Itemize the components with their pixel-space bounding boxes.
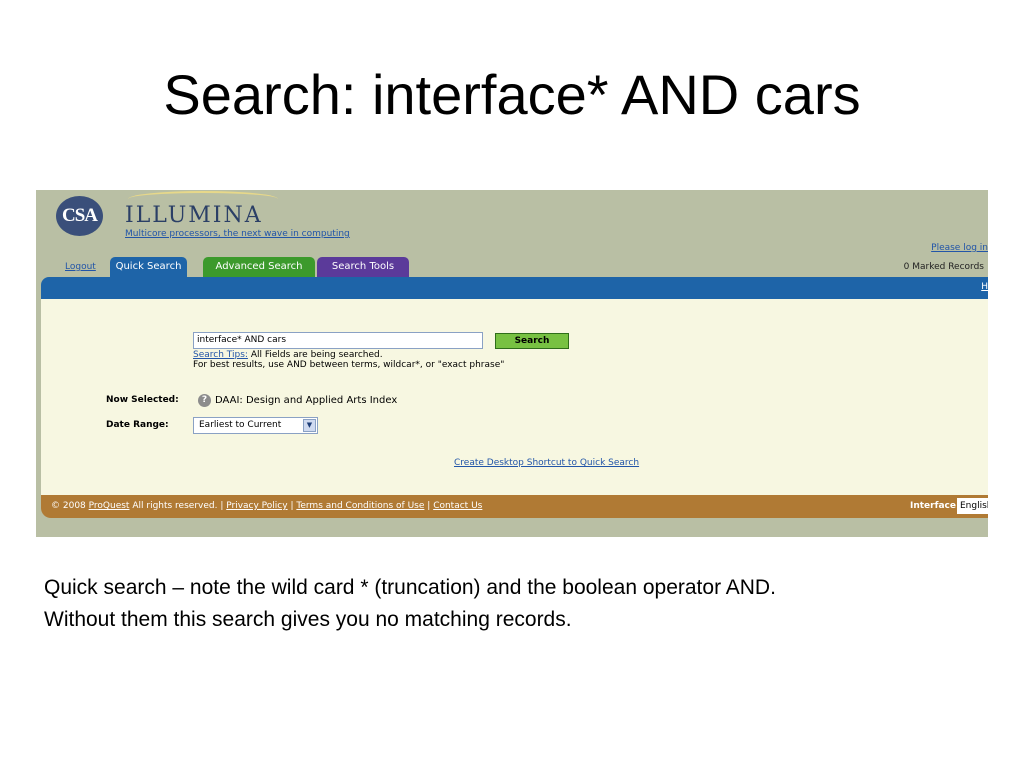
marked-records[interactable]: 0 Marked Records	[904, 262, 984, 272]
now-selected-label: Now Selected:	[106, 395, 179, 405]
date-range-label: Date Range:	[106, 420, 169, 430]
logout-link[interactable]: Logout	[65, 262, 96, 272]
interface-label: Interface	[909, 501, 956, 511]
tagline-link[interactable]: Multicore processors, the next wave in c…	[125, 229, 350, 239]
footer-separator: |	[290, 501, 294, 511]
footer-separator: |	[427, 501, 431, 511]
date-range-select[interactable]: Earliest to Current ▼	[193, 417, 318, 434]
search-tips-link[interactable]: Search Tips:	[193, 350, 248, 360]
search-hint: For best results, use AND between terms,…	[193, 360, 505, 370]
footer-bar: © 2008 ProQuest All rights reserved. | P…	[41, 495, 988, 518]
search-panel: interface* AND cars Search Search Tips: …	[41, 299, 988, 495]
login-link[interactable]: Please log in	[931, 243, 988, 253]
illumina-brand: ILLUMINA	[125, 203, 263, 228]
slide-title: Search: interface* AND cars	[163, 63, 861, 126]
desktop-shortcut-link[interactable]: Create Desktop Shortcut to Quick Search	[454, 458, 639, 468]
search-tips-text: All Fields are being searched.	[250, 350, 383, 360]
search-button[interactable]: Search	[495, 333, 569, 349]
slide-caption: Quick search – note the wild card * (tru…	[44, 572, 1004, 636]
csa-logo: CSA	[56, 196, 103, 236]
contact-us-link[interactable]: Contact Us	[433, 501, 482, 511]
date-range-value: Earliest to Current	[199, 420, 282, 430]
search-input[interactable]: interface* AND cars	[193, 332, 483, 349]
tab-search-tools[interactable]: Search Tools	[317, 257, 409, 277]
rights-text: All rights reserved. |	[132, 501, 224, 511]
caption-line-1: Quick search – note the wild card * (tru…	[44, 576, 776, 599]
browser-screenshot: CSA ILLUMINA Multicore processors, the n…	[36, 190, 988, 537]
caption-line-2: Without them this search gives you no ma…	[44, 608, 572, 631]
help-link[interactable]: H	[981, 282, 988, 292]
nav-bar: H	[41, 277, 988, 299]
selected-database: DAAI: Design and Applied Arts Index	[215, 395, 398, 406]
tab-advanced-search[interactable]: Advanced Search	[203, 257, 315, 277]
search-tips: Search Tips: All Fields are being search…	[193, 350, 383, 360]
chevron-down-icon[interactable]: ▼	[303, 419, 316, 432]
copyright: © 2008	[51, 501, 86, 511]
help-icon[interactable]: ?	[198, 394, 211, 407]
tab-quick-search[interactable]: Quick Search	[110, 257, 187, 277]
language-select[interactable]: English	[957, 498, 988, 514]
terms-link[interactable]: Terms and Conditions of Use	[296, 501, 424, 511]
footer-links: © 2008 ProQuest All rights reserved. | P…	[51, 501, 482, 511]
privacy-policy-link[interactable]: Privacy Policy	[226, 501, 287, 511]
proquest-link[interactable]: ProQuest	[89, 501, 130, 511]
